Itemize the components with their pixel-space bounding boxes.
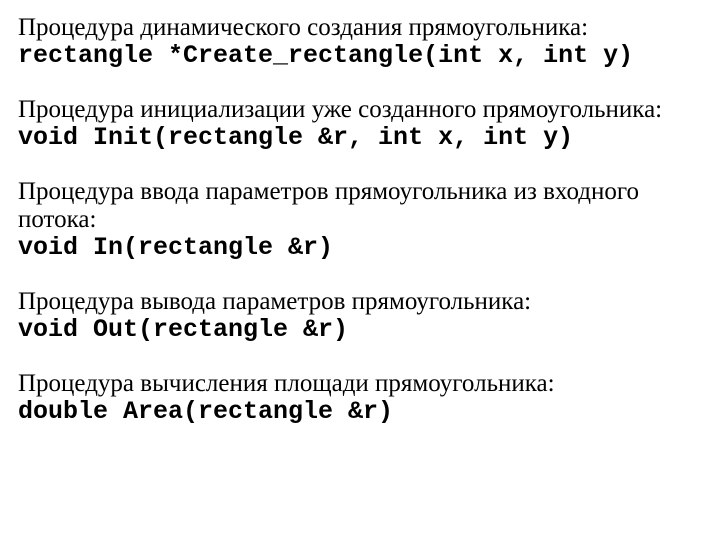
procedure-description: Процедура вычисления площади прямоугольн… xyxy=(18,370,704,398)
procedure-block: Процедура вывода параметров прямоугольни… xyxy=(18,288,704,344)
procedure-description: Процедура инициализации уже созданного п… xyxy=(18,96,704,124)
procedure-block: Процедура ввода параметров прямоугольник… xyxy=(18,178,704,262)
procedure-signature: void Out(rectangle &r) xyxy=(18,316,704,344)
procedure-block: Процедура инициализации уже созданного п… xyxy=(18,96,704,152)
procedure-block: Процедура вычисления площади прямоугольн… xyxy=(18,370,704,426)
procedure-description: Процедура динамического создания прямоуг… xyxy=(18,14,704,42)
procedure-description: Процедура вывода параметров прямоугольни… xyxy=(18,288,704,316)
procedure-signature: rectangle *Create_rectangle(int x, int y… xyxy=(18,42,704,70)
procedure-signature: void In(rectangle &r) xyxy=(18,234,704,262)
procedure-block: Процедура динамического создания прямоуг… xyxy=(18,14,704,70)
procedure-signature: void Init(rectangle &r, int x, int y) xyxy=(18,124,704,152)
document-page: Процедура динамического создания прямоуг… xyxy=(0,0,720,442)
procedure-signature: double Area(rectangle &r) xyxy=(18,398,704,426)
procedure-description: Процедура ввода параметров прямоугольник… xyxy=(18,178,704,234)
